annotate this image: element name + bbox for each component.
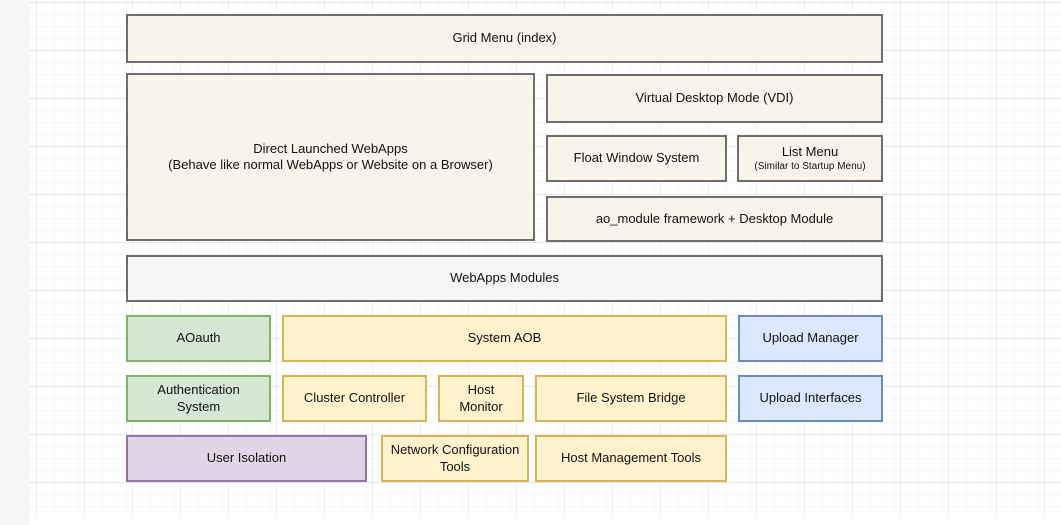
authentication-system-label: Authentication System <box>134 382 263 415</box>
host-management-tools-label: Host Management Tools <box>561 450 701 466</box>
webapps-modules-label: WebApps Modules <box>450 270 559 286</box>
file-system-bridge-label: File System Bridge <box>576 390 685 406</box>
system-aob-box: System AOB <box>282 315 727 362</box>
user-isolation-label: User Isolation <box>207 450 286 466</box>
list-menu-subtitle: (Similar to Startup Menu) <box>754 160 865 173</box>
upload-interfaces-label: Upload Interfaces <box>760 390 862 406</box>
cluster-controller-label: Cluster Controller <box>304 390 405 406</box>
cluster-controller-box: Cluster Controller <box>282 375 427 422</box>
host-monitor-label: Host Monitor <box>446 382 516 415</box>
direct-webapps-box: Direct Launched WebApps (Behave like nor… <box>126 73 535 241</box>
file-system-bridge-box: File System Bridge <box>535 375 727 422</box>
network-configuration-tools-label: Network Configuration Tools <box>389 442 521 475</box>
host-management-tools-box: Host Management Tools <box>535 435 727 482</box>
upload-manager-label: Upload Manager <box>762 330 858 346</box>
virtual-desktop-mode-box: Virtual Desktop Mode (VDI) <box>546 74 883 123</box>
float-window-system-box: Float Window System <box>546 135 727 182</box>
float-window-system-label: Float Window System <box>574 150 700 166</box>
network-configuration-tools-box: Network Configuration Tools <box>381 435 529 482</box>
ao-module-framework-box: ao_module framework + Desktop Module <box>546 196 883 242</box>
aoauth-box: AOauth <box>126 315 271 362</box>
webapps-modules-box: WebApps Modules <box>126 255 883 302</box>
list-menu-box: List Menu (Similar to Startup Menu) <box>737 135 883 182</box>
system-aob-label: System AOB <box>468 330 542 346</box>
virtual-desktop-mode-label: Virtual Desktop Mode (VDI) <box>636 90 794 106</box>
authentication-system-box: Authentication System <box>126 375 271 422</box>
direct-webapps-subtitle: (Behave like normal WebApps or Website o… <box>168 157 493 173</box>
direct-webapps-title: Direct Launched WebApps <box>253 141 407 157</box>
ao-module-framework-label: ao_module framework + Desktop Module <box>596 211 833 227</box>
diagram-stage: Grid Menu (index) Direct Launched WebApp… <box>0 0 1061 525</box>
left-gutter <box>0 0 29 525</box>
grid-menu-label: Grid Menu (index) <box>452 30 556 46</box>
user-isolation-box: User Isolation <box>126 435 367 482</box>
upload-manager-box: Upload Manager <box>738 315 883 362</box>
host-monitor-box: Host Monitor <box>438 375 524 422</box>
upload-interfaces-box: Upload Interfaces <box>738 375 883 422</box>
list-menu-title: List Menu <box>782 144 838 160</box>
grid-menu-box: Grid Menu (index) <box>126 14 883 63</box>
aoauth-label: AOauth <box>176 330 220 346</box>
